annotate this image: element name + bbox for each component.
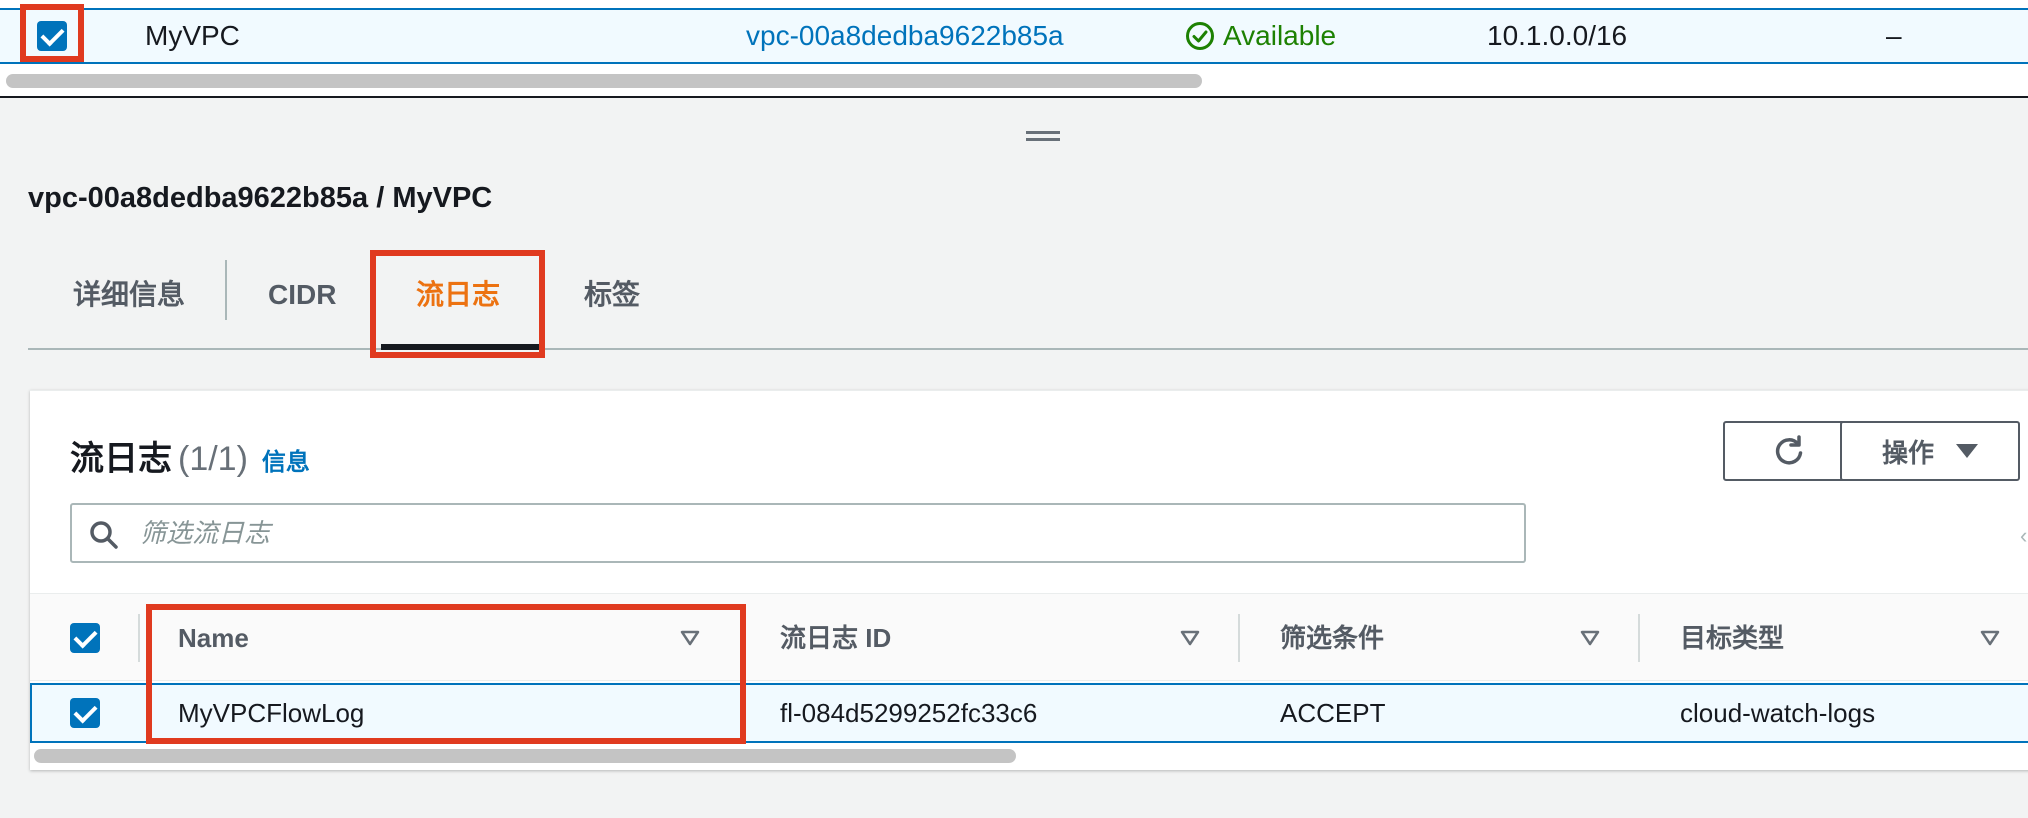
vpc-id-link[interactable]: vpc-00a8dedba9622b85a <box>746 10 1064 62</box>
vpc-table-row[interactable]: MyVPC vpc-00a8dedba9622b85a Available 10… <box>0 8 2028 64</box>
tab-divider <box>225 260 227 320</box>
vpc-state-cell: Available <box>1185 10 1336 62</box>
actions-dropdown-button[interactable]: 操作 <box>1840 421 2020 481</box>
column-separator <box>138 614 140 662</box>
flow-log-id-cell: fl-084d5299252fc33c6 <box>780 698 1038 728</box>
detail-tabs: 详细信息 CIDR 流日志 标签 <box>28 250 2028 350</box>
horizontal-scrollbar[interactable] <box>34 749 1016 763</box>
highlight-box-row-checkbox <box>20 4 84 62</box>
select-all-checkbox[interactable] <box>70 623 100 653</box>
vpc-ipv4-cidr-cell: 10.1.0.0/16 <box>1487 20 1628 51</box>
vpc-list-area: MyVPC vpc-00a8dedba9622b85a Available 10… <box>0 0 2028 98</box>
vpc-name-cell: MyVPC <box>145 20 240 51</box>
sort-icon[interactable] <box>1980 630 2000 646</box>
tab-details[interactable]: 详细信息 <box>73 270 185 320</box>
pagination-prev-icon[interactable]: ‹ <box>2020 523 2028 548</box>
vpc-state-text: Available <box>1223 20 1337 51</box>
flow-logs-title: 流日志 <box>70 440 172 478</box>
vpc-ipv6-cidr-cell: – <box>1886 20 1902 51</box>
row-checkbox[interactable] <box>70 698 100 728</box>
search-icon <box>90 521 118 549</box>
search-input[interactable] <box>140 513 1500 553</box>
column-header-filter[interactable]: 筛选条件 <box>1280 594 1384 682</box>
column-header-flow-log-id[interactable]: 流日志 ID <box>780 594 891 682</box>
actions-label: 操作 <box>1881 437 1934 468</box>
page-title: vpc-00a8dedba9622b85a / MyVPC <box>28 182 493 214</box>
flow-log-destination-type-cell: cloud-watch-logs <box>1680 698 1876 728</box>
column-header-destination-type[interactable]: 目标类型 <box>1680 594 1784 682</box>
flow-logs-search <box>70 503 1526 563</box>
highlight-box-flow-logs-tab <box>370 250 545 358</box>
sort-icon[interactable] <box>1180 630 1200 646</box>
tab-tags[interactable]: 标签 <box>584 270 640 320</box>
column-separator <box>1638 614 1640 662</box>
refresh-button[interactable] <box>1723 421 1855 481</box>
column-separator <box>1238 614 1240 662</box>
flow-logs-header: 流日志 (1/1) 信息 <box>70 431 310 480</box>
flow-log-filter-cell: ACCEPT <box>1280 698 1386 728</box>
tab-cidr[interactable]: CIDR <box>268 270 336 320</box>
info-link[interactable]: 信息 <box>262 449 310 476</box>
flow-logs-count: (1/1) <box>178 440 248 478</box>
refresh-icon <box>1775 435 1803 465</box>
sort-icon[interactable] <box>1580 630 1600 646</box>
horizontal-scrollbar[interactable] <box>6 74 1202 88</box>
status-available-icon <box>1186 21 1214 50</box>
caret-down-icon <box>1956 444 1978 458</box>
highlight-box-name-column <box>146 604 746 744</box>
